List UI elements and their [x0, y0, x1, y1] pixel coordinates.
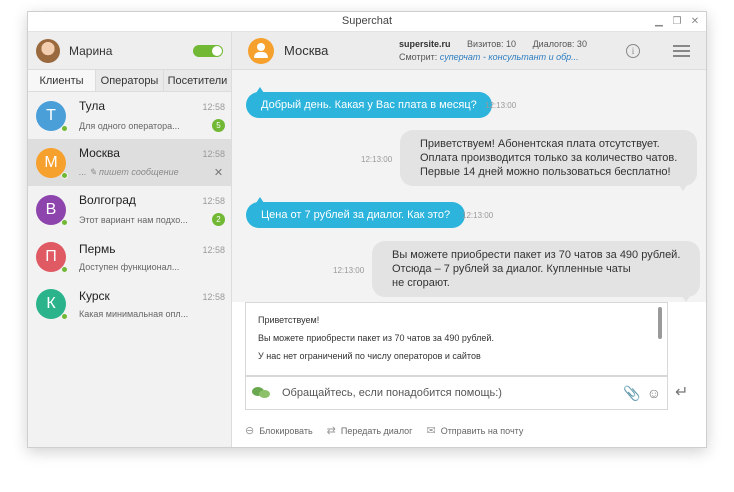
maximize-icon[interactable]: ❐: [672, 17, 682, 27]
message-time: 12:13:00: [361, 155, 393, 164]
info-icon[interactable]: i: [626, 44, 640, 58]
sidebar-tabs: Клиенты Операторы Посетители: [28, 70, 231, 92]
chat-bubbles-icon: [252, 386, 272, 400]
menu-icon[interactable]: [673, 45, 690, 57]
mail-icon: ✉: [426, 425, 436, 437]
send-icon[interactable]: ↵: [675, 382, 688, 402]
contact-item-kursk[interactable]: К Курск 12:58 Какая минимальная опл...: [28, 280, 231, 327]
quick-reply-item[interactable]: У нас нет ограничений по числу операторо…: [246, 347, 667, 365]
contact-name: Пермь: [79, 241, 116, 256]
online-indicator: [61, 312, 68, 320]
unread-badge: 2: [212, 213, 225, 226]
close-icon[interactable]: ✕: [690, 17, 700, 27]
online-indicator: [61, 124, 68, 132]
app-window: Superchat ▁ ❐ ✕ Марина Клиенты Операторы…: [27, 11, 707, 448]
message-time: 12:13:00: [485, 101, 517, 110]
contact-name: Волгоград: [79, 193, 136, 207]
sidebar: Марина Клиенты Операторы Посетители Т Ту…: [28, 32, 232, 447]
visitor-info: supersite.ru Визитов: 10 Диалогов: 30 См…: [399, 38, 601, 64]
attach-icon[interactable]: 📎: [623, 385, 640, 402]
contact-time: 12:58: [202, 196, 225, 206]
contact-name: Курск: [79, 288, 110, 303]
unread-badge: 5: [212, 119, 225, 132]
contact-name: Тула: [79, 99, 106, 113]
emoji-icon[interactable]: ☺: [647, 385, 661, 401]
message-area: Добрый день. Какая у Вас плата в месяц? …: [232, 70, 706, 302]
contact-item-tula[interactable]: Т Тула 12:58 Для одного оператора... 5: [28, 92, 231, 139]
window-controls: ▁ ❐ ✕: [654, 12, 700, 32]
tab-clients[interactable]: Клиенты: [28, 70, 96, 91]
minimize-icon[interactable]: ▁: [654, 17, 664, 27]
avatar-initial: К: [46, 294, 56, 312]
transfer-dialog-button[interactable]: ⇄ Передать диалог: [327, 424, 413, 437]
block-button[interactable]: ⊖ Блокировать: [245, 424, 313, 437]
avatar-initial: Т: [46, 106, 56, 124]
title-bar: Superchat ▁ ❐ ✕: [28, 12, 706, 32]
contact-preview: Какая минимальная опл...: [79, 308, 189, 319]
visits-count: Визитов: 10: [467, 38, 517, 49]
contact-item-moskva[interactable]: М Москва 12:58 ... ✎ пишет сообщение ✕: [28, 139, 231, 186]
outgoing-message: Приветствуем! Абонентская плата отсутств…: [400, 130, 698, 191]
incoming-message: Цена от 7 рублей за диалог. Как это?: [246, 197, 466, 228]
avatar-initial: В: [45, 200, 57, 218]
contact-preview: Доступен функционал...: [79, 261, 180, 272]
quick-replies-list: Приветствуем! Вы можете приобрести пакет…: [245, 302, 668, 376]
block-label: Блокировать: [259, 425, 313, 436]
email-label: Отправить на почту: [440, 425, 524, 436]
contact-time: 12:58: [202, 102, 225, 112]
tab-operators[interactable]: Операторы: [96, 70, 164, 91]
quick-reply-item[interactable]: Приветствуем!: [246, 311, 667, 329]
contact-avatar: Т: [36, 100, 68, 132]
visitor-site: supersite.ru: [399, 38, 451, 49]
block-icon: ⊖: [245, 425, 255, 437]
scrollbar[interactable]: [658, 307, 662, 339]
avatar[interactable]: [36, 38, 60, 63]
incoming-message: Добрый день. Какая у Вас плата в месяц?: [246, 87, 492, 118]
chat-title: Москва: [284, 43, 329, 58]
viewing-label: Смотрит:: [399, 51, 438, 62]
chat-header: Москва supersite.ru Визитов: 10 Диалогов…: [232, 32, 706, 70]
quick-reply-item[interactable]: Вы можете приобрести пакет из 70 чатов з…: [246, 329, 667, 347]
contact-name: Москва: [79, 146, 120, 160]
online-indicator: [61, 171, 68, 179]
close-dialog-icon[interactable]: ✕: [212, 166, 225, 179]
contact-avatar: К: [36, 288, 68, 320]
online-indicator: [61, 265, 68, 273]
contact-preview: Этот вариант нам подхо...: [79, 214, 188, 225]
contact-avatar: В: [36, 194, 68, 226]
message-time: 12:13:00: [462, 211, 494, 220]
tab-visitors[interactable]: Посетители: [164, 70, 231, 91]
transfer-label: Передать диалог: [340, 425, 413, 436]
contact-time: 12:58: [202, 149, 225, 159]
contact-time: 12:58: [202, 291, 225, 302]
online-indicator: [61, 218, 68, 226]
user-icon: [248, 37, 274, 64]
window-title: Superchat: [341, 15, 393, 27]
contact-preview: Для одного оператора...: [79, 120, 180, 131]
contact-item-volgograd[interactable]: В Волгоград 12:58 Этот вариант нам подхо…: [28, 186, 231, 233]
typing-indicator: ... ✎ пишет сообщение: [79, 167, 179, 177]
transfer-icon: ⇄: [326, 425, 336, 437]
avatar-initial: П: [45, 247, 57, 265]
contact-time: 12:58: [202, 244, 225, 255]
dialogs-count: Диалогов: 30: [532, 38, 587, 49]
contact-avatar: М: [36, 147, 68, 179]
avatar-initial: М: [44, 153, 58, 171]
dialog-actions: ⊖ Блокировать ⇄ Передать диалог ✉ Отправ…: [245, 424, 523, 437]
contact-avatar: П: [36, 241, 68, 273]
user-bar: Марина: [28, 32, 231, 70]
send-to-email-button[interactable]: ✉ Отправить на почту: [426, 424, 523, 437]
message-composer: 📎 ☺: [245, 376, 668, 410]
outgoing-message: Вы можете приобрести пакет из 70 чатов з…: [372, 241, 701, 302]
contact-item-perm[interactable]: П Пермь 12:58 Доступен функционал...: [28, 233, 231, 280]
viewing-page-link[interactable]: суперчат - консультант и обр...: [440, 52, 579, 62]
message-input[interactable]: [282, 387, 624, 399]
user-name: Марина: [69, 43, 113, 58]
status-toggle[interactable]: [193, 44, 223, 57]
message-time: 12:13:00: [333, 266, 365, 275]
